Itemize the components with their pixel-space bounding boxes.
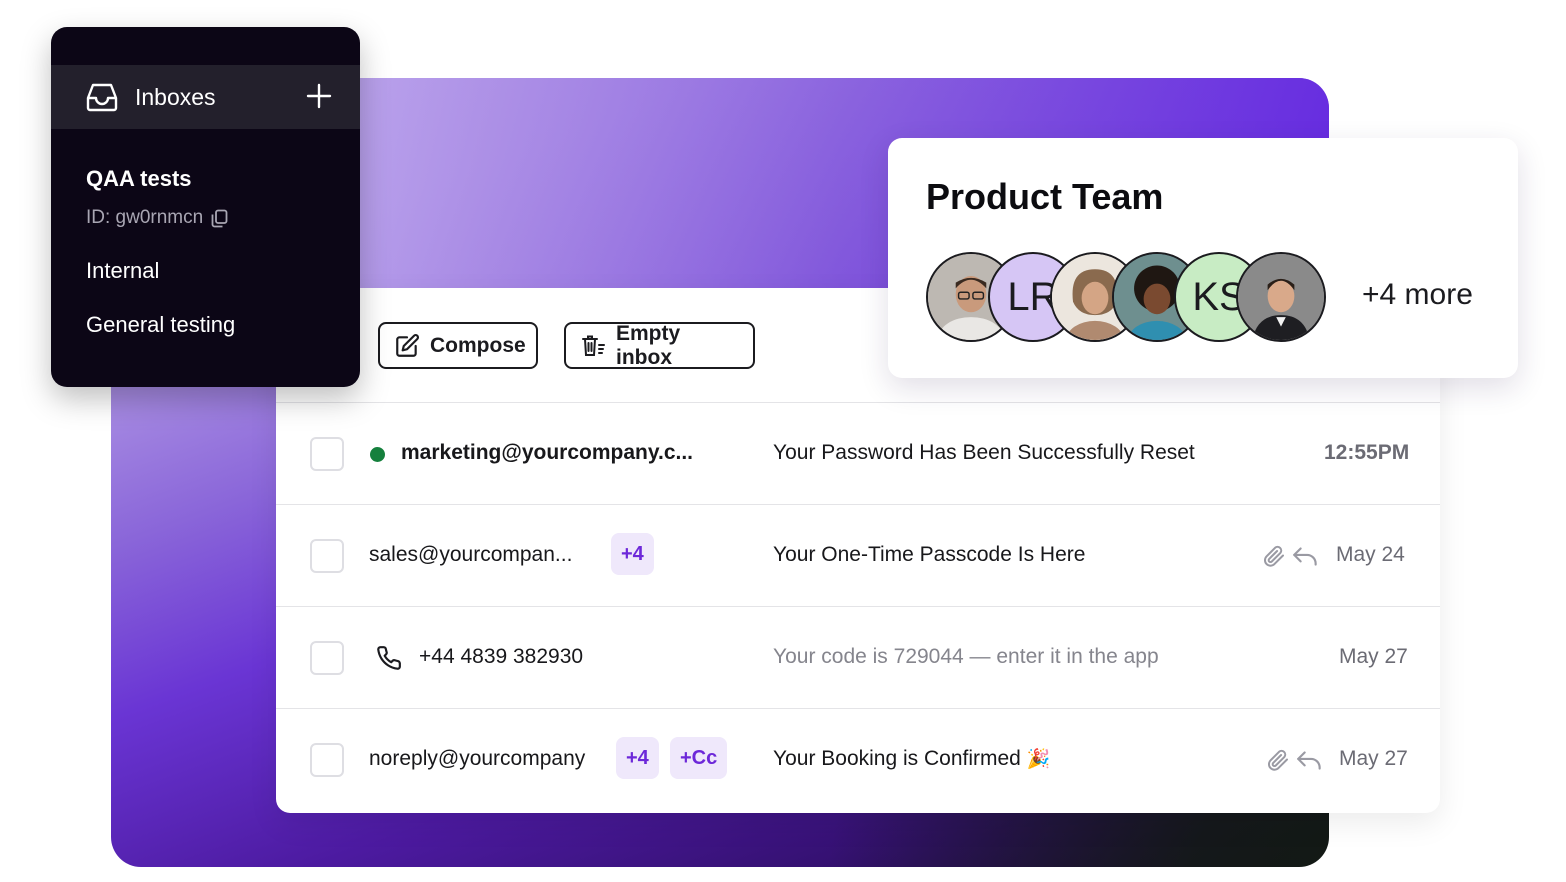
row-checkbox[interactable] — [310, 743, 344, 777]
team-title: Product Team — [926, 176, 1164, 217]
sms-sender: +44 4839 382930 — [419, 645, 584, 668]
email-sender: marketing@yourcompany.c... — [401, 441, 694, 464]
trash-icon — [582, 335, 605, 356]
team-card: Product Team LR KS +4 more — [888, 138, 1518, 378]
email-subject: Your Password Has Been Successfully Rese… — [773, 441, 1195, 464]
cc-badge: +Cc — [670, 737, 728, 779]
copy-icon[interactable] — [211, 209, 228, 228]
inbox-panel: Inboxes QAA tests ID: gw0rnmcn Internal … — [51, 27, 360, 387]
email-subject-text: Your Booking is Confirmed — [773, 747, 1021, 770]
avatar[interactable] — [1236, 252, 1326, 342]
inbox-id: ID: gw0rnmcn — [86, 207, 228, 229]
email-date: May 27 — [1339, 645, 1408, 668]
email-subject: Your One-Time Passcode Is Here — [773, 543, 1086, 566]
row-checkbox[interactable] — [310, 539, 344, 573]
email-date: May 24 — [1336, 543, 1405, 566]
recipient-count-badge: +4 — [616, 737, 659, 779]
compose-button[interactable]: Compose — [378, 322, 538, 369]
sms-preview: Your code is 729044 — enter it in the ap… — [773, 645, 1159, 668]
compose-label: Compose — [430, 333, 526, 357]
empty-inbox-label: Empty inbox — [616, 321, 681, 369]
add-inbox-icon[interactable] — [304, 81, 334, 111]
paperclip-icon — [1268, 749, 1288, 771]
team-more-count[interactable]: +4 more — [1362, 278, 1473, 312]
empty-inbox-button[interactable]: Empty inbox — [564, 322, 755, 369]
inbox-title: QAA tests — [86, 166, 192, 191]
compose-icon — [396, 333, 419, 357]
recipient-count-badge: +4 — [611, 533, 654, 575]
email-row[interactable]: noreply@yourcompany +4 +Cc Your Booking … — [276, 709, 1440, 811]
email-sender: sales@yourcompan... — [369, 543, 573, 566]
email-date: 12:55PM — [1324, 441, 1410, 464]
unread-dot — [370, 447, 385, 462]
reply-icon — [1293, 547, 1317, 566]
inboxes-label: Inboxes — [135, 83, 216, 110]
inboxes-header[interactable]: Inboxes — [51, 65, 360, 129]
email-row[interactable]: sales@yourcompan... +4 Your One-Time Pas… — [276, 505, 1440, 607]
row-checkbox[interactable] — [310, 437, 344, 471]
inbox-item-internal[interactable]: Internal — [86, 258, 159, 284]
inbox-item-general-testing[interactable]: General testing — [86, 312, 235, 338]
email-row[interactable]: marketing@yourcompany.c... Your Password… — [276, 403, 1440, 505]
email-date: May 27 — [1339, 747, 1408, 770]
stage: Compose Empty inbox marketing@yourcompan… — [0, 0, 1566, 882]
party-emoji: 🎉 — [1026, 749, 1051, 770]
phone-icon — [377, 646, 401, 670]
person-photo — [1238, 254, 1324, 340]
email-sender: noreply@yourcompany — [369, 747, 586, 770]
reply-icon — [1297, 751, 1321, 770]
row-checkbox[interactable] — [310, 641, 344, 675]
inbox-id-text: ID: gw0rnmcn — [86, 207, 204, 228]
paperclip-icon — [1264, 545, 1284, 567]
email-subject: Your Booking is Confirmed 🎉 — [773, 747, 1050, 771]
inbox-tray-icon — [86, 83, 118, 112]
email-row[interactable]: +44 4839 382930 Your code is 729044 — en… — [276, 607, 1440, 709]
